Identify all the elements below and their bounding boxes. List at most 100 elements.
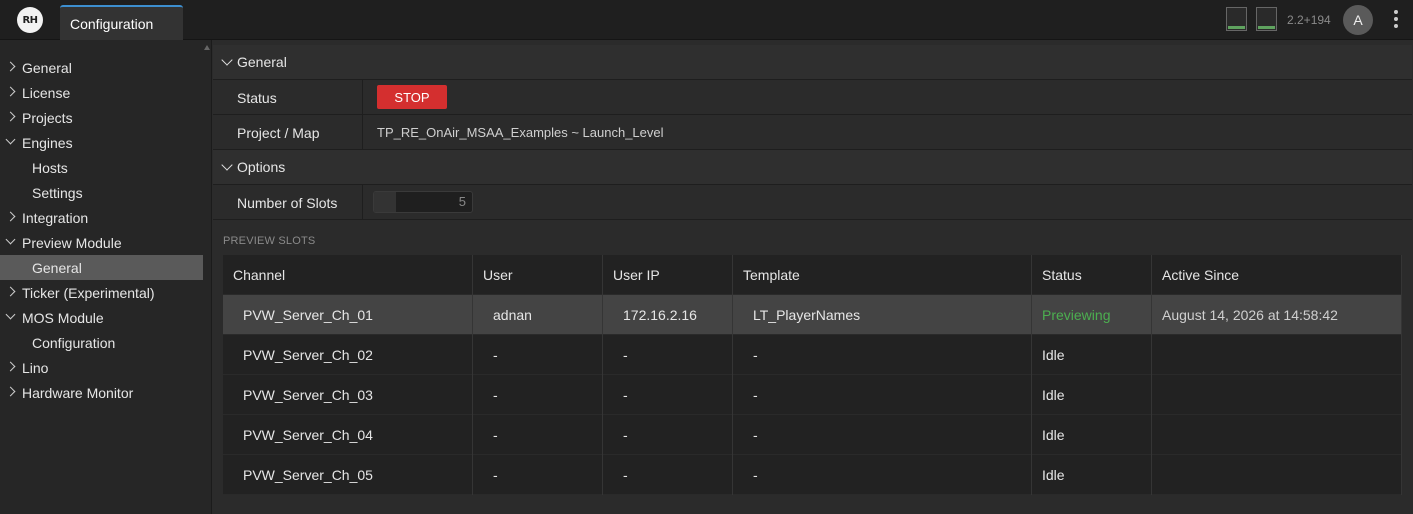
more-menu-icon[interactable] — [1388, 8, 1404, 30]
cell-channel: PVW_Server_Ch_05 — [223, 455, 473, 495]
section-title: General — [237, 54, 287, 70]
section-title: Options — [237, 159, 286, 175]
cell-template: - — [733, 375, 1032, 415]
sidebar-item-label: Preview Module — [22, 234, 122, 251]
cell-status: Idle — [1032, 455, 1152, 495]
cell-user: - — [473, 335, 603, 375]
project-value: TP_RE_OnAir_MSAA_Examples ~ Launch_Level — [377, 125, 664, 140]
table-row[interactable]: PVW_Server_Ch_01 adnan 172.16.2.16 LT_Playe… — [223, 295, 1402, 335]
cell-template: LT_PlayerNames — [733, 295, 1032, 335]
level-meter-icon — [1256, 7, 1277, 31]
sidebar-item-mos-module[interactable]: MOS Module — [0, 305, 203, 330]
table-header: Channel User User IP Template Status Active S… — [223, 255, 1402, 295]
sidebar-item-label: General — [32, 259, 82, 276]
chevron-right-icon — [5, 111, 16, 122]
cell-user: - — [473, 415, 603, 455]
status-row: Status STOP — [213, 80, 1412, 115]
slots-value: 5 — [458, 194, 466, 209]
sidebar-item-settings[interactable]: Settings — [0, 180, 203, 205]
cell-ip: - — [603, 375, 733, 415]
table-row[interactable]: PVW_Server_Ch_03- - - Idle — [223, 375, 1402, 415]
table-row[interactable]: PVW_Server_Ch_02- - - Idle — [223, 335, 1402, 375]
sidebar-item-license[interactable]: License — [0, 80, 203, 105]
table-row[interactable]: PVW_Server_Ch_04- - - Idle — [223, 415, 1402, 455]
sidebar-item-preview-module[interactable]: Preview Module — [0, 230, 203, 255]
section-options-header[interactable]: Options — [213, 150, 1412, 185]
column-header[interactable]: User IP — [603, 255, 733, 295]
column-header[interactable]: Channel — [223, 255, 473, 295]
preview-slots-caption: PREVIEW SLOTS — [223, 235, 316, 247]
column-header[interactable]: Active Since — [1152, 255, 1402, 295]
cell-status: Previewing — [1032, 295, 1152, 335]
avatar[interactable]: A — [1343, 5, 1373, 35]
sidebar-item-label: General — [22, 59, 72, 76]
cell-channel: PVW_Server_Ch_02 — [223, 335, 473, 375]
sidebar-item-label: Lino — [22, 359, 49, 376]
cell-since — [1152, 415, 1402, 455]
stop-button[interactable]: STOP — [377, 85, 447, 109]
column-header[interactable]: Template — [733, 255, 1032, 295]
sidebar-item-label: Hardware Monitor — [22, 384, 134, 401]
cell-template: - — [733, 415, 1032, 455]
chevron-down-icon — [221, 159, 233, 171]
cell-since — [1152, 455, 1402, 495]
cell-status: Idle — [1032, 415, 1152, 455]
table-row[interactable]: PVW_Server_Ch_05- - - Idle — [223, 455, 1402, 495]
sidebar-item-label: Integration — [22, 209, 89, 226]
sidebar-item-hardware-monitor[interactable]: Hardware Monitor — [0, 380, 203, 405]
chevron-right-icon — [5, 361, 16, 372]
column-header[interactable]: Status — [1032, 255, 1152, 295]
cell-since — [1152, 335, 1402, 375]
meter-level — [1258, 25, 1275, 29]
cell-ip: - — [603, 455, 733, 495]
sidebar-item-label: Settings — [32, 184, 83, 201]
chevron-right-icon — [5, 211, 16, 222]
cell-template: - — [733, 335, 1032, 375]
cell-user: - — [473, 455, 603, 495]
column-header[interactable]: User — [473, 255, 603, 295]
section-general-header[interactable]: General — [213, 45, 1412, 80]
cell-ip: - — [603, 335, 733, 375]
chevron-down-icon — [5, 309, 16, 320]
cell-since: August 14, 2026 at 14:58:42 — [1152, 295, 1402, 335]
top-bar: RH Configuration 2.2+194 A — [0, 0, 1413, 40]
sidebar-item-label: Configuration — [32, 334, 116, 351]
chevron-right-icon — [5, 386, 16, 397]
project-row: Project / Map TP_RE_OnAir_MSAA_Examples … — [213, 115, 1412, 150]
level-meter-icon — [1226, 7, 1247, 31]
cell-since — [1152, 375, 1402, 415]
tab-configuration[interactable]: Configuration — [60, 5, 183, 40]
cell-channel: PVW_Server_Ch_01 — [223, 295, 473, 335]
sidebar-item-label: MOS Module — [22, 309, 104, 326]
cell-ip: 172.16.2.16 — [603, 295, 733, 335]
sidebar-item-configuration[interactable]: Configuration — [0, 330, 203, 355]
sidebar-item-lino[interactable]: Lino — [0, 355, 203, 380]
sidebar: General License Projects Engines Hosts Settin… — [0, 40, 212, 514]
app-logo[interactable]: RH — [17, 7, 43, 33]
sidebar-item-label: Projects — [22, 109, 73, 126]
status-label: Status — [237, 90, 277, 106]
meter-level — [1228, 25, 1245, 29]
slider-handle[interactable] — [374, 192, 396, 212]
slots-stepper[interactable]: 5 — [373, 191, 473, 213]
chevron-right-icon — [5, 286, 16, 297]
sidebar-item-hosts[interactable]: Hosts — [0, 155, 203, 180]
chevron-right-icon — [5, 86, 16, 97]
sidebar-item-integration[interactable]: Integration — [0, 205, 203, 230]
sidebar-item-general[interactable]: General — [0, 55, 203, 80]
cell-user: adnan — [473, 295, 603, 335]
sidebar-item-label: Hosts — [32, 159, 68, 176]
chevron-down-icon — [5, 234, 16, 245]
project-label: Project / Map — [237, 125, 320, 141]
cell-template: - — [733, 455, 1032, 495]
slots-label: Number of Slots — [237, 195, 338, 211]
sidebar-item-engines[interactable]: Engines — [0, 130, 203, 155]
main-panel: General Status STOP Project / Map TP_RE_… — [213, 40, 1413, 514]
scroll-up-icon[interactable] — [204, 45, 210, 50]
chevron-down-icon — [221, 54, 233, 66]
cell-status: Idle — [1032, 335, 1152, 375]
sidebar-item-ticker-experimental[interactable]: Ticker (Experimental) — [0, 280, 203, 305]
sidebar-item-general[interactable]: General — [0, 255, 203, 280]
chevron-down-icon — [5, 134, 16, 145]
sidebar-item-projects[interactable]: Projects — [0, 105, 203, 130]
